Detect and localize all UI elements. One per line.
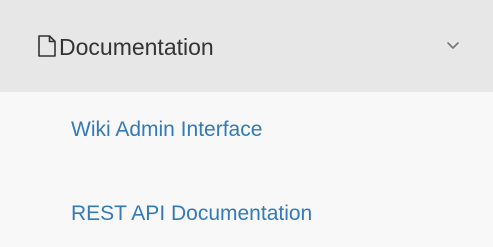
nav-item-label[interactable]: REST API Documentation [71, 201, 312, 227]
documentation-menu-header[interactable]: Documentation [0, 0, 493, 92]
nav-item-rest-api-documentation[interactable]: REST API Documentation [0, 170, 493, 240]
nav-item-label[interactable]: Wiki Admin Interface [71, 117, 262, 143]
document-icon [37, 35, 57, 57]
documentation-menu-label: Documentation [59, 34, 214, 60]
chevron-down-icon[interactable] [446, 38, 460, 49]
nav-item-wiki-admin-interface[interactable]: Wiki Admin Interface [0, 97, 493, 167]
documentation-nav: Documentation Wiki Admin Interface REST … [0, 0, 493, 247]
